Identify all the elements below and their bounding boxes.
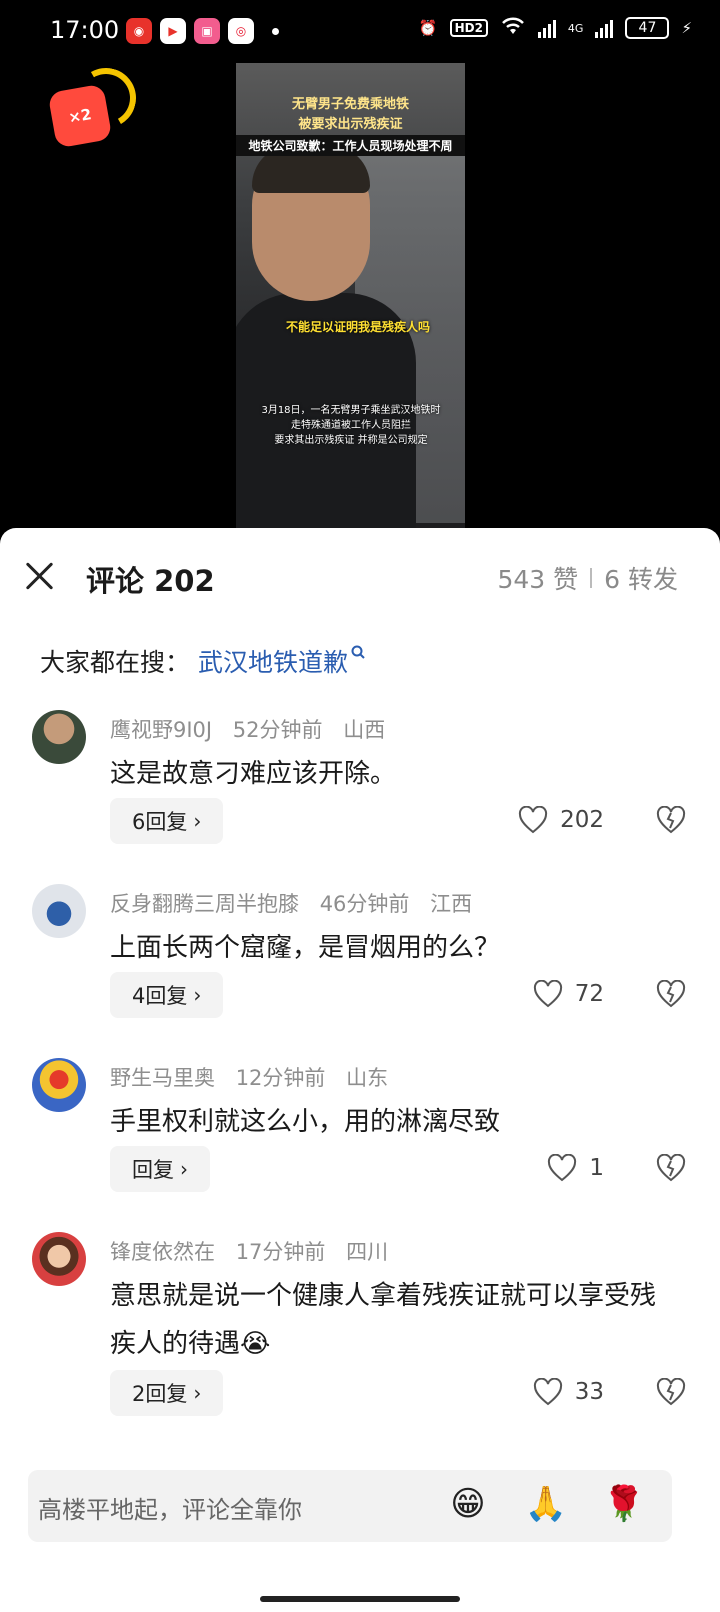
post-stats: 543 赞 6 转发 — [497, 560, 678, 596]
red-packet-label: ×2 — [67, 105, 93, 127]
video-quote: 不能足以证明我是残疾人吗 — [286, 320, 431, 334]
like-button[interactable]: 202 — [518, 806, 604, 834]
network-label: 4G — [567, 21, 584, 35]
comments-header: 评论 202 543 赞 6 转发 — [0, 528, 720, 624]
comment-location: 山西 — [343, 718, 386, 742]
clock: 17:00 — [50, 16, 120, 44]
search-prefix: 大家都在搜： — [40, 648, 191, 677]
video-title-line3: 地铁公司致歉：工作人员现场处理不周 — [236, 135, 465, 156]
reply-button[interactable]: 回复 › — [110, 1146, 210, 1192]
app-icon-red: ◉ — [126, 18, 152, 44]
system-icons: ⏰ HD2 4G 47 ⚡ — [419, 16, 692, 40]
like-count: 202 — [560, 807, 604, 833]
app-icon-video: ▶ — [160, 18, 186, 44]
comment-text[interactable]: 手里权利就这么小，用的淋漓尽致 — [110, 1098, 680, 1146]
search-icon — [351, 643, 365, 664]
comment-input-placeholder: 高楼平地起，评论全靠你 — [38, 1496, 302, 1524]
hd-badge: HD2 — [449, 19, 488, 37]
more-dot-icon — [272, 27, 279, 35]
avatar[interactable] — [32, 1232, 86, 1286]
heart-icon — [533, 980, 562, 1008]
like-button[interactable]: 33 — [533, 1378, 604, 1406]
stat-divider — [590, 568, 593, 588]
red-packet-widget[interactable]: ×2 — [47, 61, 143, 150]
video-title-line2: 被要求出示残疾证 — [298, 117, 403, 132]
status-bar: 17:00 ◉ ▶ ▣ ◎ ⏰ HD2 4G 47 ⚡ — [0, 0, 720, 64]
heart-icon — [519, 806, 548, 834]
avatar[interactable] — [32, 1058, 86, 1112]
close-icon[interactable] — [22, 558, 58, 594]
replies-button[interactable]: 6回复 › — [110, 798, 224, 844]
chevron-right-icon: › — [193, 983, 202, 1007]
grin-emoji-icon[interactable]: 😁 — [446, 1482, 490, 1526]
comment-time: 17分钟前 — [235, 1240, 326, 1264]
like-count: 72 — [574, 981, 604, 1007]
notification-icons: ◉ ▶ ▣ ◎ — [126, 18, 279, 44]
comment-text[interactable]: 这是故意刁难应该开除。 — [110, 750, 680, 798]
avatar[interactable] — [32, 710, 86, 764]
app-icon-bilibili: ▣ — [194, 18, 220, 44]
video-title-line1: 无臂男子免费乘地铁 — [291, 97, 409, 112]
app-icon-weibo: ◎ — [228, 18, 254, 44]
comment-input[interactable]: 高楼平地起，评论全靠你 😁 🙏 🌹 — [28, 1470, 672, 1542]
comment-time: 52分钟前 — [232, 718, 323, 742]
home-indicator[interactable] — [260, 1596, 460, 1602]
comment-time: 12分钟前 — [235, 1066, 326, 1090]
signal-icon — [537, 18, 556, 38]
comment-username[interactable]: 鹰视野9I0J — [110, 718, 212, 742]
comment-meta: 反身翻腾三周半抱膝 46分钟前 江西 — [110, 888, 486, 918]
like-count: 1 — [589, 1155, 604, 1181]
chevron-right-icon: › — [193, 1381, 202, 1405]
signal-icon-2 — [595, 18, 614, 38]
like-count: 33 — [574, 1379, 604, 1405]
broken-heart-icon[interactable] — [656, 1378, 686, 1406]
comment-username[interactable]: 反身翻腾三周半抱膝 — [110, 892, 299, 916]
comment-time: 46分钟前 — [319, 892, 410, 916]
comment-meta: 野生马里奥 12分钟前 山东 — [110, 1062, 402, 1092]
comments-panel: 评论 202 543 赞 6 转发 大家都在搜： 武汉地铁道歉 鹰视野9I0J … — [0, 528, 720, 1612]
comments-title: 评论 202 — [86, 564, 215, 598]
replies-button[interactable]: 4回复 › — [110, 972, 224, 1018]
comment-text[interactable]: 上面长两个窟窿，是冒烟用的么？ — [110, 924, 680, 972]
battery-icon: 47 — [625, 17, 670, 39]
comment-meta: 鹰视野9I0J 52分钟前 山西 — [110, 714, 399, 744]
comment-location: 江西 — [430, 892, 473, 916]
battery-level: 47 — [638, 20, 657, 36]
broken-heart-icon[interactable] — [656, 806, 686, 834]
chevron-right-icon: › — [193, 809, 202, 833]
comment-username[interactable]: 野生马里奥 — [110, 1066, 215, 1090]
avatar[interactable] — [32, 884, 86, 938]
comment-meta: 锋度依然在 17分钟前 四川 — [110, 1236, 402, 1266]
comment-location: 山东 — [346, 1066, 389, 1090]
alarm-icon: ⏰ — [418, 19, 438, 37]
likes-count[interactable]: 543 赞 — [497, 560, 578, 596]
pray-emoji-icon[interactable]: 🙏 — [524, 1482, 568, 1526]
trending-search: 大家都在搜： 武汉地铁道歉 — [40, 643, 365, 679]
like-button[interactable]: 1 — [547, 1154, 604, 1182]
video-caption: 3月18日，一名无臂男子乘坐武汉地铁时 走特殊通道被工作人员阻拦 要求其出示残疾… — [261, 405, 441, 446]
broken-heart-icon[interactable] — [656, 1154, 686, 1182]
like-button[interactable]: 72 — [533, 980, 604, 1008]
comment-text[interactable]: 意思就是说一个健康人拿着残疾证就可以享受残疾人的待遇😭 — [110, 1272, 680, 1368]
video-player[interactable]: 无臂男子免费乘地铁 被要求出示残疾证 地铁公司致歉：工作人员现场处理不周 不能足… — [236, 63, 465, 528]
wifi-icon — [500, 16, 526, 40]
comment-location: 四川 — [346, 1240, 389, 1264]
broken-heart-icon[interactable] — [656, 980, 686, 1008]
replies-button[interactable]: 2回复 › — [110, 1370, 224, 1416]
chevron-right-icon: › — [180, 1157, 188, 1181]
red-packet-icon: ×2 — [47, 83, 113, 149]
rose-emoji-icon[interactable]: 🌹 — [602, 1482, 646, 1526]
heart-icon — [533, 1378, 562, 1406]
comment-username[interactable]: 锋度依然在 — [110, 1240, 215, 1264]
charging-icon: ⚡ — [681, 19, 692, 37]
shares-count[interactable]: 6 转发 — [604, 560, 678, 596]
search-link[interactable]: 武汉地铁道歉 — [198, 643, 348, 679]
heart-icon — [548, 1154, 577, 1182]
